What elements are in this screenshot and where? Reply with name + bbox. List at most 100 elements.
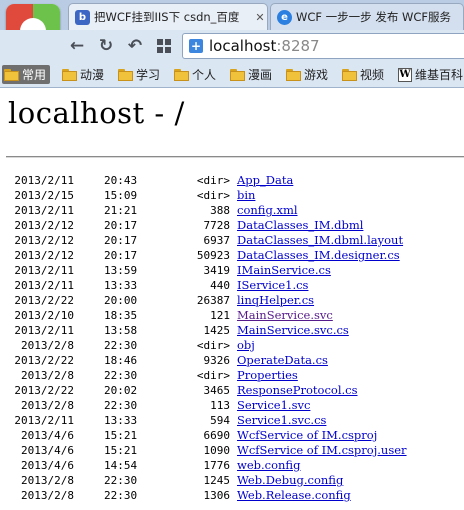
entry-time: 20:17 — [104, 249, 138, 262]
folder-icon — [342, 68, 357, 81]
entry-size: 1776 — [203, 459, 231, 472]
list-item: 2013/2/11 13:33 594 Service1.svc.cs — [0, 413, 464, 428]
folder-icon — [230, 68, 245, 81]
list-item: 2013/2/22 20:00 26387 linqHelper.cs — [0, 293, 464, 308]
entry-link[interactable]: DataClasses_IM.dbml — [237, 218, 363, 233]
list-item: 2013/4/6 14:54 1776 web.config — [0, 458, 464, 473]
bookmark-漫画[interactable]: 漫画 — [228, 65, 272, 84]
entry-time: 13:58 — [104, 324, 138, 337]
entry-link[interactable]: IService1.cs — [237, 278, 308, 293]
entry-link[interactable]: DataClasses_IM.dbml.layout — [237, 233, 403, 248]
entry-date: 2013/2/8 — [21, 474, 74, 487]
entry-link[interactable]: Web.Release.config — [237, 488, 351, 503]
entry-date: 2013/2/22 — [14, 294, 74, 307]
list-item: 2013/2/11 13:33 440 IService1.cs — [0, 278, 464, 293]
folder-icon — [286, 68, 301, 81]
folder-icon — [174, 68, 189, 81]
entry-time: 22:30 — [104, 489, 138, 502]
bookmark-label: 游戏 — [304, 68, 329, 82]
entry-time: 20:17 — [104, 234, 138, 247]
entry-size: 6937 — [203, 234, 231, 247]
list-item: 2013/2/11 21:21 388 config.xml — [0, 203, 464, 218]
entry-size: 113 — [210, 399, 230, 412]
address-bar[interactable]: + localhost:8287 — [182, 33, 464, 59]
list-item: 2013/2/11 20:43 <dir> App_Data — [0, 173, 464, 188]
entry-time: 15:09 — [104, 189, 138, 202]
folder-icon — [62, 68, 77, 81]
entry-link[interactable]: MainService.svc — [237, 308, 333, 323]
bookmark-个人[interactable]: 个人 — [172, 65, 216, 84]
entry-date: 2013/2/8 — [21, 489, 74, 502]
entry-size: 1090 — [203, 444, 231, 457]
entry-link[interactable]: WcfService of IM.csproj.user — [237, 443, 407, 458]
entry-link[interactable]: OperateData.cs — [237, 353, 328, 368]
entry-link[interactable]: ResponseProtocol.cs — [237, 383, 358, 398]
entry-size: 50923 — [196, 249, 230, 262]
entry-time: 20:00 — [104, 294, 138, 307]
entry-size: 1245 — [203, 474, 231, 487]
entry-date: 2013/2/12 — [14, 234, 74, 247]
entry-date: 2013/4/6 — [21, 444, 74, 457]
bookmark-动漫[interactable]: 动漫 — [60, 65, 104, 84]
list-item: 2013/2/8 22:30 <dir> Properties — [0, 368, 464, 383]
entry-date: 2013/2/12 — [14, 219, 74, 232]
bookmark-游戏[interactable]: 游戏 — [284, 65, 328, 84]
entry-link[interactable]: MainService.svc.cs — [237, 323, 349, 338]
entry-date: 2013/2/22 — [14, 354, 74, 367]
bookmark-label: 维基百科 — [415, 68, 464, 82]
entry-link[interactable]: Service1.svc.cs — [237, 413, 326, 428]
bookmark-视频[interactable]: 视频 — [340, 65, 384, 84]
entry-size: <dir> — [196, 174, 230, 187]
entry-link[interactable]: config.xml — [237, 203, 298, 218]
entry-link[interactable]: IMainService.cs — [237, 263, 331, 278]
entry-date: 2013/2/8 — [21, 369, 74, 382]
entry-size: 388 — [210, 204, 230, 217]
entry-link[interactable]: Web.Debug.config — [237, 473, 343, 488]
undo-icon[interactable]: ↶ — [124, 35, 146, 57]
entry-time: 15:21 — [104, 444, 138, 457]
reload-icon[interactable]: ↻ — [95, 35, 117, 57]
back-arrow-icon[interactable]: ← — [66, 35, 88, 57]
list-item: 2013/4/6 15:21 1090 WcfService of IM.csproj… — [0, 443, 464, 458]
folder-icon — [118, 68, 133, 81]
entry-size: 1425 — [203, 324, 231, 337]
list-item: 2013/2/12 20:17 50923 DataClasses_IM.design… — [0, 248, 464, 263]
entry-size: 3465 — [203, 384, 231, 397]
entry-date: 2013/4/6 — [21, 459, 74, 472]
entry-size: 440 — [210, 279, 230, 292]
entry-link[interactable]: Service1.svc — [237, 398, 310, 413]
divider — [6, 156, 464, 158]
entry-time: 20:43 — [104, 174, 138, 187]
bookmark-常用[interactable]: 常用 — [2, 65, 51, 84]
entry-time: 13:33 — [104, 414, 138, 427]
entry-link[interactable]: linqHelper.cs — [237, 293, 314, 308]
bookmark-学习[interactable]: 学习 — [116, 65, 160, 84]
entry-time: 22:30 — [104, 474, 138, 487]
entry-link[interactable]: DataClasses_IM.designer.cs — [237, 248, 400, 263]
entry-link[interactable]: bin — [237, 188, 255, 203]
entry-time: 22:30 — [104, 339, 138, 352]
site-info-icon[interactable]: + — [189, 39, 203, 53]
entry-date: 2013/2/11 — [14, 414, 74, 427]
entry-date: 2013/2/11 — [14, 204, 74, 217]
address-port: :8287 — [276, 37, 320, 55]
address-host: localhost — [209, 37, 277, 55]
entry-link[interactable]: web.config — [237, 458, 300, 473]
entry-link[interactable]: obj — [237, 338, 255, 353]
list-item: 2013/2/11 13:58 1425 MainService.svc.cs — [0, 323, 464, 338]
tab-wcf-publish[interactable]: e WCF 一步一步 发布 WCF服务 — [270, 3, 464, 30]
close-tab-icon[interactable]: ✕ — [253, 11, 267, 24]
grid-icon[interactable] — [153, 35, 175, 57]
tab-wcf-iis-baidu[interactable]: b 把WCF挂到IIS下 csdn_百度 ✕ — [68, 3, 268, 30]
entry-time: 13:33 — [104, 279, 138, 292]
bookmark-label: 常用 — [22, 68, 47, 82]
entry-date: 2013/2/22 — [14, 384, 74, 397]
bookmark-维基百科[interactable]: W 维基百科 — [396, 65, 463, 84]
entry-link[interactable]: WcfService of IM.csproj — [237, 428, 377, 443]
page-title: localhost - / — [8, 96, 185, 130]
entry-time: 21:21 — [104, 204, 138, 217]
entry-date: 2013/2/12 — [14, 249, 74, 262]
entry-link[interactable]: Properties — [237, 368, 298, 383]
entry-time: 22:30 — [104, 399, 138, 412]
entry-link[interactable]: App_Data — [237, 173, 293, 188]
